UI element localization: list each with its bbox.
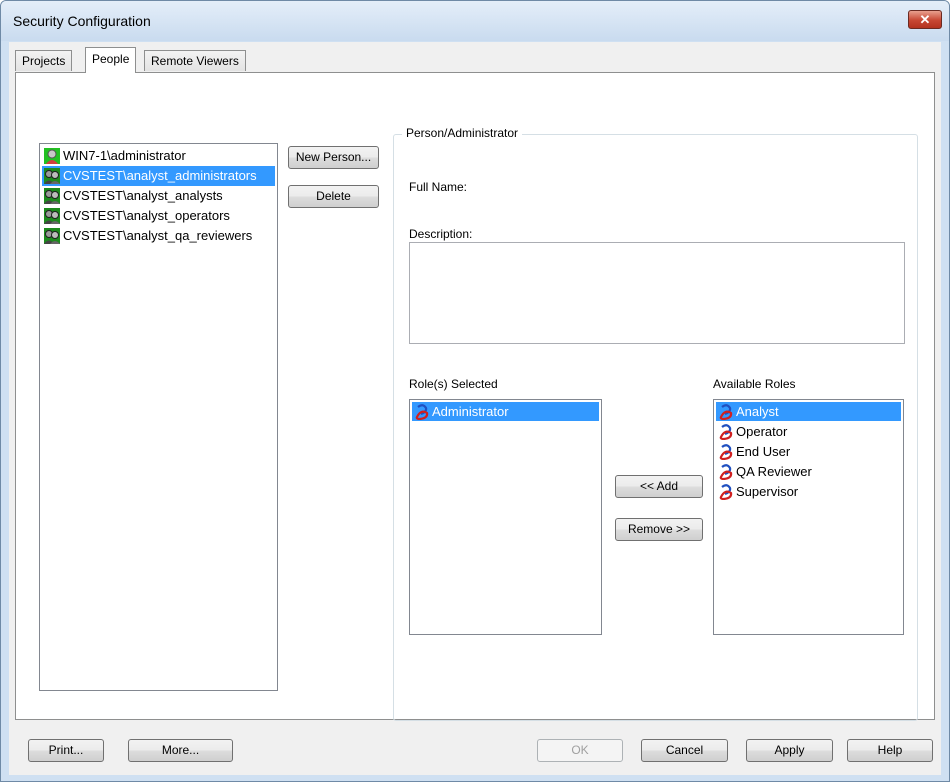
roles-selected-listbox[interactable]: Administrator <box>409 399 602 635</box>
role-label: QA Reviewer <box>736 464 812 479</box>
people-listbox[interactable]: WIN7-1\administrator CVSTEST\analyst_adm… <box>39 143 278 691</box>
add-role-button[interactable]: << Add <box>615 475 703 498</box>
list-item[interactable]: Administrator <box>412 402 599 421</box>
group-icon <box>44 188 60 204</box>
role-icon <box>719 464 733 480</box>
description-label: Description: <box>409 227 473 241</box>
remove-role-button[interactable]: Remove >> <box>615 518 703 541</box>
delete-button[interactable]: Delete <box>288 185 379 208</box>
list-item[interactable]: Analyst <box>716 402 901 421</box>
roles-selected-label: Role(s) Selected <box>409 377 498 391</box>
description-field[interactable] <box>409 242 905 344</box>
person-label: WIN7-1\administrator <box>63 148 186 163</box>
list-item[interactable]: End User <box>716 442 790 461</box>
print-button[interactable]: Print... <box>28 739 104 762</box>
role-label: Administrator <box>432 404 509 419</box>
list-item[interactable]: Operator <box>716 422 787 441</box>
available-roles-label: Available Roles <box>713 377 796 391</box>
list-item[interactable]: QA Reviewer <box>716 462 812 481</box>
role-label: Analyst <box>736 404 779 419</box>
list-item[interactable]: CVSTEST\analyst_qa_reviewers <box>42 226 252 246</box>
list-item[interactable]: Supervisor <box>716 482 798 501</box>
role-icon <box>719 424 733 440</box>
list-item[interactable]: CVSTEST\analyst_operators <box>42 206 230 226</box>
available-roles-listbox[interactable]: Analyst Operator End User QA Reviewer Su… <box>713 399 904 635</box>
role-icon <box>719 444 733 460</box>
user-icon <box>44 148 60 164</box>
person-label: CVSTEST\analyst_qa_reviewers <box>63 228 253 243</box>
role-label: Operator <box>736 424 788 439</box>
cancel-button[interactable]: Cancel <box>641 739 728 762</box>
people-tab-panel: WIN7-1\administrator CVSTEST\analyst_adm… <box>15 72 935 721</box>
group-icon <box>44 228 60 244</box>
tab-remote-viewers[interactable]: Remote Viewers <box>144 50 246 71</box>
window-title: Security Configuration <box>13 13 151 29</box>
role-icon <box>415 404 429 420</box>
role-icon <box>719 404 733 420</box>
full-name-label: Full Name: <box>409 180 468 194</box>
apply-button[interactable]: Apply <box>746 739 833 762</box>
security-configuration-window: Security Configuration ✕ Projects People… <box>0 0 950 782</box>
role-label: End User <box>736 444 791 459</box>
role-icon <box>719 484 733 500</box>
list-item[interactable]: CVSTEST\analyst_administrators <box>42 166 275 186</box>
close-button[interactable]: ✕ <box>908 10 942 29</box>
title-bar[interactable]: Security Configuration ✕ <box>1 1 949 41</box>
help-button[interactable]: Help <box>847 739 933 762</box>
dialog-client-area: Projects People Remote Viewers WIN7-1\ad… <box>9 42 941 775</box>
person-label: CVSTEST\analyst_operators <box>63 208 230 223</box>
more-button[interactable]: More... <box>128 739 233 762</box>
group-icon <box>44 168 60 184</box>
group-title: Person/Administrator <box>402 126 523 140</box>
ok-button[interactable]: OK <box>537 739 623 762</box>
person-label: CVSTEST\analyst_administrators <box>63 168 257 183</box>
new-person-button[interactable]: New Person... <box>288 146 379 169</box>
list-item[interactable]: CVSTEST\analyst_analysts <box>42 186 223 206</box>
tab-people[interactable]: People <box>85 47 137 73</box>
group-icon <box>44 208 60 224</box>
person-administrator-group: Person/Administrator Full Name: Descript… <box>393 126 918 721</box>
person-label: CVSTEST\analyst_analysts <box>63 188 223 203</box>
list-item[interactable]: WIN7-1\administrator <box>42 146 186 166</box>
tab-projects[interactable]: Projects <box>15 50 73 71</box>
role-label: Supervisor <box>736 484 799 499</box>
